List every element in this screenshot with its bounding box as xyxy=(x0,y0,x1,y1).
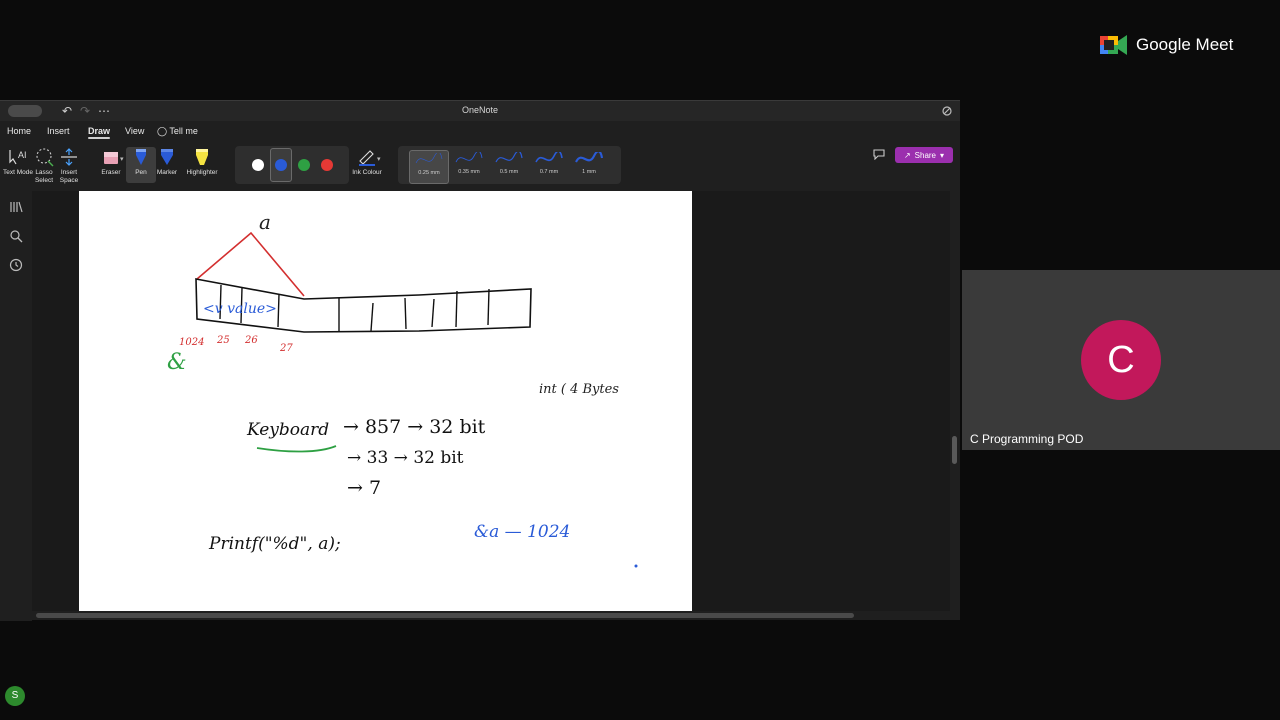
ampersand-mark: & xyxy=(167,350,187,375)
stray-ink-dot xyxy=(634,564,638,568)
search-icon[interactable] xyxy=(9,229,23,243)
lightbulb-icon: ◯ xyxy=(157,126,168,136)
thickness-option[interactable]: 0.25 mm xyxy=(409,150,449,184)
address-labels: 1024 25 26 27 xyxy=(179,335,293,354)
svg-text:AI: AI xyxy=(18,150,27,160)
ink-colour-dropdown-icon[interactable]: ▾ xyxy=(377,155,381,163)
handwriting-drawing: a <v value> 1024 25 26 27 & int (4 Byte… xyxy=(167,210,638,568)
sync-icon[interactable] xyxy=(941,105,953,117)
highlighter-button[interactable]: Highlighter xyxy=(183,147,221,177)
meet-camera-icon xyxy=(1100,35,1127,55)
lasso-select-label: Lasso Select xyxy=(34,169,54,184)
stroke-preview-icon xyxy=(455,152,483,163)
vertical-scrollbar[interactable] xyxy=(952,436,957,464)
thickness-label: 0.7 mm xyxy=(539,169,559,175)
marker-icon xyxy=(161,149,173,165)
variable-a-label: a xyxy=(259,210,271,234)
eraser-dropdown-icon[interactable]: ▾ xyxy=(120,155,124,163)
notebooks-icon[interactable] xyxy=(9,200,23,214)
tab-insert[interactable]: Insert xyxy=(47,126,70,136)
draw-ribbon: AI Text Mode Lasso Select Insert Space E… xyxy=(0,143,960,189)
address-label: 25 xyxy=(216,335,230,346)
title-bar: ↶ ↷ ⋯ OneNote xyxy=(0,101,960,121)
onenote-window: ↶ ↷ ⋯ OneNote Home Insert Draw View ◯ Te… xyxy=(0,100,960,706)
participant-name: C Programming POD xyxy=(970,432,1084,446)
app-title: OneNote xyxy=(461,105,499,115)
left-navigation-rail: S xyxy=(0,191,32,706)
highlighter-icon xyxy=(196,149,208,165)
note-page[interactable]: a <v value> 1024 25 26 27 & int (4 Byte… xyxy=(79,191,692,611)
value-label: <v value> xyxy=(203,301,277,317)
thickness-option[interactable]: 0.5 mm xyxy=(489,150,529,184)
eraser-label: Eraser xyxy=(101,169,121,176)
stroke-preview-icon xyxy=(575,152,604,163)
ink-colour-icon xyxy=(359,150,375,166)
google-meet-logo: Google Meet xyxy=(1100,34,1233,56)
stroke-preview-icon xyxy=(495,152,523,163)
thickness-label: 1 mm xyxy=(582,169,596,175)
horizontal-scrollbar[interactable] xyxy=(36,613,854,618)
ribbon-tabs: Home Insert Draw View ◯ Tell me ↗ Share … xyxy=(0,123,960,163)
stroke-preview-icon xyxy=(535,152,563,163)
ink-colour-label: Ink Colour xyxy=(352,169,382,176)
color-swatch-green[interactable] xyxy=(298,159,310,171)
flow-line-3: → 7 xyxy=(347,477,381,499)
pen-icon xyxy=(136,149,146,165)
thickness-option[interactable]: 1 mm xyxy=(569,150,609,184)
flow-line-2: → 33 → 32 bit xyxy=(347,448,464,468)
insert-space-icon xyxy=(61,148,77,166)
meet-brand-text: Google Meet xyxy=(1136,35,1234,54)
address-label: 26 xyxy=(244,335,258,346)
insert-space-button[interactable]: Insert Space xyxy=(54,147,84,184)
keyboard-label: Keyboard xyxy=(246,420,329,440)
notes-canvas-area: a <v value> 1024 25 26 27 & int (4 Byte… xyxy=(32,191,950,611)
stroke-preview-icon xyxy=(415,153,443,164)
eraser-icon xyxy=(104,152,118,164)
tab-home[interactable]: Home xyxy=(7,126,31,136)
color-swatch-white[interactable] xyxy=(252,159,264,171)
marker-label: Marker xyxy=(156,169,178,176)
text-mode-icon: AI xyxy=(9,150,27,165)
pointer-triangle xyxy=(196,231,305,297)
thickness-palette: 0.25 mm 0.35 mm 0.5 mm 0.7 mm 1 mm xyxy=(398,146,621,184)
screen: Google Meet C C Programming POD ↶ ↷ ⋯ On… xyxy=(0,0,1280,720)
user-avatar[interactable]: S xyxy=(5,686,25,706)
tell-me-label: Tell me xyxy=(169,126,198,136)
thickness-label: 0.35 mm xyxy=(458,169,480,175)
address-label: 27 xyxy=(279,343,293,354)
pen-label: Pen xyxy=(135,169,147,176)
color-swatch-blue[interactable] xyxy=(275,159,287,171)
address-label: 1024 xyxy=(179,337,204,348)
color-swatch-red[interactable] xyxy=(321,159,333,171)
ink-color-palette xyxy=(235,146,349,184)
keyboard-underline xyxy=(256,445,337,453)
tab-tell-me[interactable]: ◯ Tell me xyxy=(157,126,198,137)
thickness-option[interactable]: 0.35 mm xyxy=(449,150,489,184)
thickness-label: 0.5 mm xyxy=(499,169,519,175)
insert-space-label: Insert Space xyxy=(59,169,79,184)
flow-line-1: → 857 → 32 bit xyxy=(343,416,486,438)
thickness-label: 0.25 mm xyxy=(418,170,440,176)
marker-button[interactable]: Marker xyxy=(152,147,182,177)
printf-statement: Printf("%d", a); xyxy=(208,534,341,554)
participant-tile[interactable]: C C Programming POD xyxy=(962,270,1280,450)
participant-avatar: C xyxy=(1081,320,1161,400)
address-of-a-note: &a — 1024 xyxy=(474,522,570,542)
highlighter-label: Highlighter xyxy=(186,169,218,176)
thickness-option[interactable]: 0.7 mm xyxy=(529,150,569,184)
tab-draw[interactable]: Draw xyxy=(88,126,111,139)
tab-view[interactable]: View xyxy=(125,126,144,136)
int-bytes-note: int ( 4 Bytes xyxy=(539,382,619,397)
recent-clock-icon[interactable] xyxy=(9,258,23,272)
lasso-icon xyxy=(36,148,54,167)
